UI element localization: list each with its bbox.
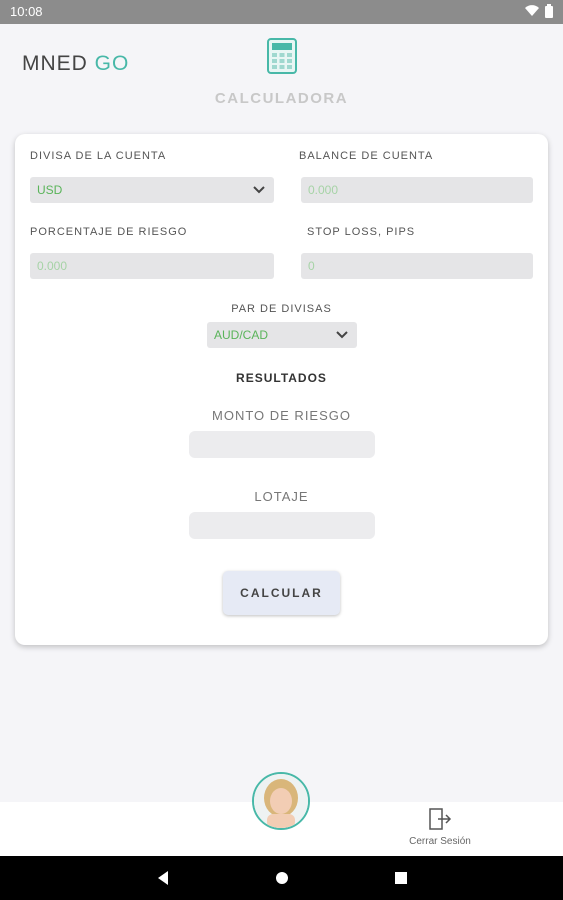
- page-title: CALCULADORA: [214, 90, 349, 107]
- battery-icon: [545, 4, 553, 18]
- logo-accent-text: GO: [94, 52, 130, 75]
- app-header: MNED GO CALCULADORA: [0, 24, 563, 130]
- logout-button[interactable]: Cerrar Sesión: [390, 808, 490, 847]
- calculator-card: DIVISA DE LA CUENTA USD BALANCE DE CUENT…: [15, 134, 548, 645]
- wifi-icon: [525, 5, 539, 17]
- logout-label: Cerrar Sesión: [409, 836, 471, 847]
- back-icon[interactable]: [156, 870, 170, 886]
- chevron-down-icon: [336, 331, 348, 339]
- status-bar: 10:08: [0, 0, 563, 24]
- lot-size-output: [189, 512, 375, 539]
- calculate-button[interactable]: CALCULAR: [223, 571, 340, 615]
- risk-amount-output: [189, 431, 375, 458]
- stop-loss-label: STOP LOSS, PIPS: [307, 226, 416, 238]
- brand-logo: MNED GO: [22, 52, 129, 76]
- logo-main-text: MNED: [22, 52, 95, 75]
- account-balance-label: BALANCE DE CUENTA: [299, 150, 434, 162]
- calculator-icon: [267, 38, 297, 74]
- currency-pair-label: PAR DE DIVISAS: [231, 303, 332, 315]
- risk-percentage-input[interactable]: 0.000: [30, 253, 274, 279]
- chevron-down-icon: [253, 186, 265, 194]
- account-currency-label: DIVISA DE LA CUENTA: [30, 150, 167, 162]
- lot-size-label: LOTAJE: [254, 489, 309, 504]
- avatar[interactable]: [252, 772, 310, 830]
- results-title: RESULTADOS: [236, 371, 327, 385]
- risk-amount-label: MONTO DE RIESGO: [212, 408, 351, 423]
- profile-photo: [254, 774, 308, 828]
- logout-icon: [429, 808, 452, 830]
- stop-loss-input[interactable]: 0: [301, 253, 533, 279]
- system-nav-bar: [0, 856, 563, 900]
- account-currency-value: USD: [37, 183, 63, 197]
- recents-icon[interactable]: [394, 870, 408, 886]
- currency-pair-select[interactable]: AUD/CAD: [207, 322, 357, 348]
- status-time: 10:08: [10, 4, 43, 19]
- currency-pair-value: AUD/CAD: [214, 328, 269, 342]
- risk-percentage-label: PORCENTAJE DE RIESGO: [30, 226, 188, 238]
- status-icons: [525, 4, 553, 18]
- account-balance-input[interactable]: 0.000: [301, 177, 533, 203]
- account-currency-select[interactable]: USD: [30, 177, 274, 203]
- home-icon[interactable]: [275, 870, 289, 886]
